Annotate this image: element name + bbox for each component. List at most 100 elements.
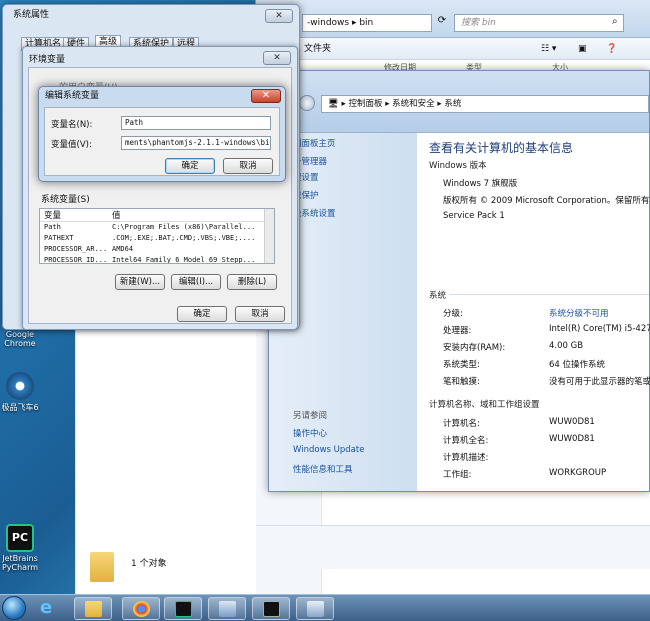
table-row[interactable]: Path C:\Program Files (x86)\Parallel... — [40, 222, 274, 233]
link-performance[interactable]: 性能信息和工具 — [293, 463, 353, 475]
view-options-icon[interactable]: ☷ ▾ — [541, 38, 556, 60]
see-also-label: 另请参阅 — [293, 411, 328, 421]
variable-name-field[interactable]: Path — [121, 116, 271, 130]
delete-variable-button[interactable]: 删除(L) — [227, 274, 277, 290]
taskbar-system-properties[interactable] — [296, 597, 334, 620]
taskbar-control-panel[interactable] — [208, 597, 246, 620]
var-value: C:\Program Files (x86)\Parallel... — [112, 223, 256, 231]
table-header: 变量 值 — [40, 209, 274, 222]
refresh-icon[interactable]: ⟳ — [434, 15, 450, 31]
close-button[interactable]: ✕ — [251, 89, 281, 103]
breadcrumb-control-panel[interactable]: 控制面板 — [348, 99, 382, 109]
computer-icon: 🖥 ▸ — [328, 99, 349, 109]
explorer-file-list-left: 1 个对象 — [75, 330, 256, 595]
desktop-icon-label: Google Chrome — [4, 330, 36, 348]
explorer-status-bar: 1 个对象 — [94, 525, 650, 569]
column-header-variable[interactable]: 变量 — [44, 209, 61, 221]
ok-button[interactable]: 确定 — [165, 158, 215, 174]
desktop-icon-game[interactable]: 极品飞车6 — [0, 372, 40, 413]
system-address-bar[interactable]: 🖥 ▸ 控制面板 ▸ 系统和安全 ▸ 系统 — [321, 95, 649, 113]
close-button[interactable]: ✕ — [263, 51, 291, 65]
edit-variable-button[interactable]: 编辑(I)... — [171, 274, 221, 290]
system-vars-table[interactable]: 变量 值 Path C:\Program Files (x86)\Paralle… — [39, 208, 275, 264]
pycharm-icon — [175, 601, 192, 617]
variable-value-field[interactable]: ments\phantomjs-2.1.1-windows\bin\; — [121, 136, 271, 150]
page-title: 查看有关计算机的基本信息 — [429, 141, 574, 155]
breadcrumb-system[interactable]: 系统 — [444, 99, 461, 109]
system-main-pane: 查看有关计算机的基本信息 Windows 版本 Windows 7 旗舰版 版权… — [429, 133, 650, 491]
cancel-button[interactable]: 取消 — [235, 306, 285, 322]
help-icon[interactable]: ❓ — [606, 38, 617, 60]
var-value: .COM;.EXE;.BAT;.CMD;.VBS;.VBE;.... — [112, 234, 256, 242]
start-button[interactable] — [2, 596, 26, 620]
rating-link[interactable]: 系统分级不可用 — [549, 307, 609, 319]
system-vars-label: 系统变量(S) — [41, 195, 90, 205]
system-window-header: 🖥 ▸ 控制面板 ▸ 系统和安全 ▸ 系统 — [269, 71, 649, 133]
var-name: PATHEXT — [44, 234, 74, 242]
var-name: Path — [44, 223, 61, 231]
edit-dialog-body: 变量名(N): Path 变量值(V): ments\phantomjs-2.1… — [44, 107, 280, 176]
preview-pane-icon[interactable]: ▣ — [578, 38, 587, 60]
link-action-center[interactable]: 操作中心 — [293, 427, 327, 439]
comp-row-label: 计算机名: — [443, 419, 480, 429]
system-window[interactable]: 🖥 ▸ 控制面板 ▸ 系统和安全 ▸ 系统 制面板主页 备管理器 程设置 统保护… — [268, 70, 650, 492]
explorer-search-input[interactable]: 搜索 bin — [454, 14, 624, 32]
edit-system-variable-dialog[interactable]: 编辑系统变量 ✕ 变量名(N): Path 变量值(V): ments\phan… — [38, 86, 286, 182]
taskbar-chrome[interactable] — [122, 597, 160, 620]
table-row[interactable]: PROCESSOR_AR... AMD64 — [40, 244, 274, 255]
sys-row-label: 处理器: — [443, 326, 472, 336]
var-name: PROCESSOR_AR... — [44, 245, 108, 253]
computer-name-value: WUW0D81 — [549, 417, 595, 427]
name-label: 变量名(N): — [51, 120, 93, 130]
ram-value: 4.00 GB — [549, 341, 584, 351]
dialog-title: 环境变量 — [29, 55, 66, 65]
table-scrollbar[interactable] — [264, 209, 274, 263]
full-name-value: WUW0D81 — [549, 434, 595, 444]
chrome-icon — [133, 601, 150, 617]
sys-row-label: 系统类型: — [443, 360, 480, 370]
table-row[interactable]: PATHEXT .COM;.EXE;.BAT;.CMD;.VBS;.VBE;..… — [40, 233, 274, 244]
desktop-icon-label: 极品飞车6 — [1, 403, 39, 412]
breadcrumb-security[interactable]: 系统和安全 — [392, 99, 435, 109]
comp-row-label: 工作组: — [443, 470, 472, 480]
link-windows-update[interactable]: Windows Update — [293, 445, 364, 455]
search-icon: ⌕ — [612, 16, 618, 27]
service-pack: Service Pack 1 — [443, 211, 505, 221]
taskbar-explorer[interactable] — [74, 597, 112, 620]
processor-value: Intel(R) Core(TM) i5-4278 — [549, 324, 650, 334]
explorer-address-bar-area: -windows ▸ bin ⟳ 搜索 bin ⌕ — [256, 0, 650, 38]
workgroup-value: WORKGROUP — [549, 468, 607, 478]
desktop-icon-pycharm[interactable]: PC JetBrains PyCharm — [0, 524, 40, 572]
sys-row-label: 分级: — [443, 309, 463, 319]
section-system: 系统 — [429, 291, 447, 301]
edition-value: Windows 7 旗舰版 — [443, 179, 518, 189]
ie-icon[interactable]: e — [40, 598, 62, 618]
taskbar-cmd[interactable] — [252, 597, 290, 620]
value-label: 变量值(V): — [51, 140, 92, 150]
close-button[interactable]: ✕ — [265, 9, 293, 23]
folder-icon — [85, 601, 102, 617]
forward-button[interactable] — [299, 95, 315, 111]
table-row[interactable]: PROCESSOR_ID... Intel64 Family 6 Model 6… — [40, 255, 274, 264]
var-value: Intel64 Family 6 Model 69 Stepp... — [112, 256, 256, 264]
pycharm-icon: PC — [6, 524, 34, 552]
cancel-button[interactable]: 取消 — [223, 158, 273, 174]
desktop-icon-label: JetBrains PyCharm — [1, 554, 39, 572]
taskbar-pycharm[interactable] — [164, 597, 202, 620]
gear-icon — [6, 372, 34, 400]
system-type-value: 64 位操作系统 — [549, 360, 606, 370]
sys-row-label: 笔和触摸: — [443, 377, 480, 387]
comp-row-label: 计算机描述: — [443, 453, 489, 463]
copyright-text: 版权所有 © 2009 Microsoft Corporation。保留所有权 — [443, 196, 650, 206]
var-value: AMD64 — [112, 245, 134, 253]
explorer-path-field[interactable]: -windows ▸ bin — [302, 14, 432, 32]
toolbar-new-folder[interactable]: 文件夹 — [304, 44, 331, 54]
new-variable-button[interactable]: 新建(W)... — [115, 274, 165, 290]
column-header-value[interactable]: 值 — [112, 209, 121, 221]
computer-icon — [307, 601, 324, 617]
dialog-title: 编辑系统变量 — [45, 91, 100, 101]
dialog-title: 系统属性 — [13, 10, 50, 20]
ok-button[interactable]: 确定 — [177, 306, 227, 322]
status-count: 1 个对象 — [131, 559, 167, 569]
folder-icon — [90, 552, 114, 582]
